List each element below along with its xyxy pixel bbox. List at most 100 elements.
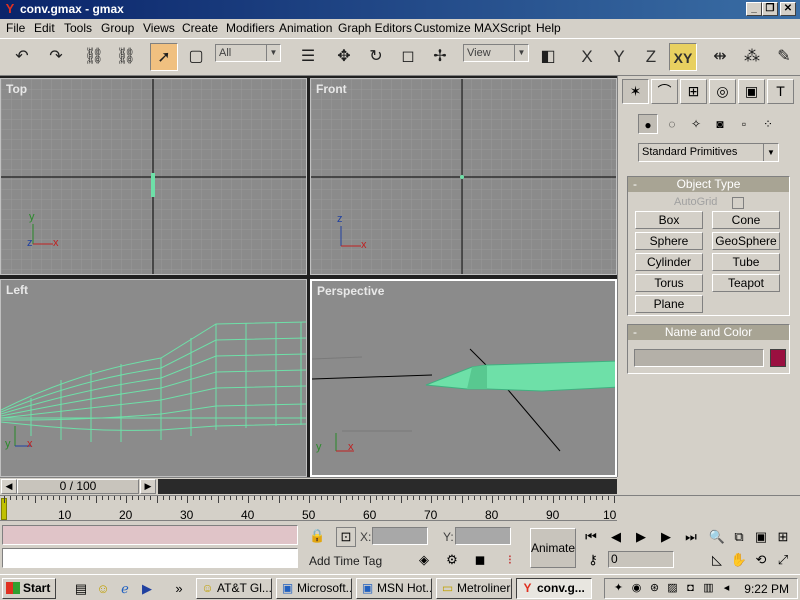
box-button[interactable]: Box: [635, 211, 703, 229]
menu-maxscript[interactable]: MAXScript: [474, 21, 531, 35]
minimize-button[interactable]: _: [746, 2, 762, 16]
restrict-z-button[interactable]: Z: [637, 43, 665, 71]
select-and-link-icon[interactable]: ⛓: [80, 43, 108, 71]
taskbar-item-microsoft[interactable]: ▣ Microsoft...: [276, 578, 352, 599]
mirror-icon[interactable]: ⇹: [706, 43, 734, 71]
maxscript-listener-mini[interactable]: [2, 525, 298, 545]
menu-group[interactable]: Group: [101, 21, 134, 35]
quicklaunch-overflow[interactable]: »: [170, 580, 188, 598]
menu-tools[interactable]: Tools: [64, 21, 92, 35]
gmax-app-icon[interactable]: Y: [3, 2, 17, 16]
zoom-all-icon[interactable]: ⧉: [730, 528, 748, 546]
tube-button[interactable]: Tube: [712, 253, 780, 271]
taskbar-item-gmax[interactable]: Y conv.g...: [516, 578, 592, 599]
time-slider-thumb[interactable]: 0 / 100: [17, 479, 139, 494]
show-desktop-icon[interactable]: ▤: [72, 580, 90, 598]
menu-views[interactable]: Views: [143, 21, 175, 35]
menu-customize[interactable]: Customize: [414, 21, 471, 35]
space-warps-icon[interactable]: ⁘: [758, 114, 778, 134]
key-icon[interactable]: ⚷: [584, 551, 602, 569]
object-color-swatch[interactable]: [770, 349, 786, 367]
reference-coordinate-dropdown[interactable]: View ▼: [463, 44, 529, 62]
tray-icon[interactable]: ✦: [611, 581, 626, 596]
taskbar-item-metroliner[interactable]: ▭ Metroliner: [436, 578, 512, 599]
rotate-icon[interactable]: ↻: [362, 43, 390, 71]
taskbar-item-msn[interactable]: ▣ MSN Hot...: [356, 578, 432, 599]
tray-icon[interactable]: ⊛: [647, 581, 662, 596]
restrict-xy-button[interactable]: XY: [669, 43, 697, 71]
maximize-button[interactable]: ❐: [762, 2, 778, 16]
menu-file[interactable]: File: [6, 21, 25, 35]
autogrid-checkbox[interactable]: [732, 197, 744, 209]
tray-icon[interactable]: ◘: [683, 581, 698, 596]
viewport-front[interactable]: Front z x: [310, 78, 617, 275]
tray-icon[interactable]: ▨: [665, 581, 680, 596]
menu-animation[interactable]: Animation: [279, 21, 332, 35]
viewport-label-top[interactable]: Top: [6, 82, 27, 96]
x-coordinate-field[interactable]: [372, 527, 428, 545]
tray-icon[interactable]: ▥: [701, 581, 716, 596]
zoom-extents-all-icon[interactable]: ⊞: [774, 528, 792, 546]
cameras-icon[interactable]: ◙: [710, 114, 730, 134]
pivot-icon[interactable]: ✢: [426, 43, 454, 71]
cone-button[interactable]: Cone: [712, 211, 780, 229]
play-icon[interactable]: ▶: [632, 528, 650, 546]
absolute-mode-icon[interactable]: ⊡: [336, 527, 356, 547]
time-slider-prev-arrow[interactable]: ◀: [1, 479, 17, 494]
menu-edit[interactable]: Edit: [34, 21, 55, 35]
snap-icon[interactable]: ⚙: [442, 551, 462, 569]
plane-button[interactable]: Plane: [635, 295, 703, 313]
geosphere-button[interactable]: GeoSphere: [712, 232, 780, 250]
speaker-icon[interactable]: ◂: [719, 581, 734, 596]
current-frame-field[interactable]: 0: [608, 551, 674, 568]
select-object-icon[interactable]: ➚: [150, 43, 178, 71]
display-tab-icon[interactable]: ▣: [738, 79, 765, 104]
shapes-icon[interactable]: ◌: [662, 114, 682, 134]
move-icon[interactable]: ✥: [330, 43, 358, 71]
create-tab-icon[interactable]: ✶: [622, 79, 649, 104]
viewport-label-left[interactable]: Left: [6, 283, 28, 297]
undo-icon[interactable]: ↶: [8, 43, 36, 71]
messenger-icon[interactable]: ☺: [94, 580, 112, 598]
use-center-icon[interactable]: ◧: [534, 43, 562, 71]
redo-icon[interactable]: ↷: [42, 43, 70, 71]
go-to-end-icon[interactable]: ⏭: [682, 528, 700, 546]
next-frame-icon[interactable]: ▶: [657, 528, 675, 546]
lights-icon[interactable]: ✧: [686, 114, 706, 134]
unlink-icon[interactable]: ⛓: [112, 43, 140, 71]
helpers-icon[interactable]: ▫: [734, 114, 754, 134]
motion-tab-icon[interactable]: ◎: [709, 79, 736, 104]
zoom-icon[interactable]: 🔍: [708, 528, 726, 546]
track-bar-ruler[interactable]: 10 20 30 40 50 60 70 80 90 10: [0, 495, 617, 522]
spinner-snap-icon[interactable]: ⁝: [500, 551, 520, 569]
scale-icon[interactable]: ◻: [394, 43, 422, 71]
eraser-icon[interactable]: ✎: [770, 43, 798, 71]
angle-snap-icon[interactable]: ◼: [470, 551, 490, 569]
sphere-button[interactable]: Sphere: [635, 232, 703, 250]
menu-create[interactable]: Create: [182, 21, 218, 35]
menu-help[interactable]: Help: [536, 21, 561, 35]
key-mode-icon[interactable]: ◈: [414, 551, 434, 569]
object-name-field[interactable]: [634, 349, 764, 367]
pan-icon[interactable]: ✋: [730, 551, 748, 569]
cylinder-button[interactable]: Cylinder: [635, 253, 703, 271]
primitive-category-dropdown[interactable]: Standard Primitives ▼: [638, 143, 779, 162]
selection-filter-dropdown[interactable]: All ▼: [215, 44, 281, 62]
viewport-top[interactable]: Top y z x: [0, 78, 307, 275]
animate-button[interactable]: Animate: [530, 528, 576, 568]
viewport-label-front[interactable]: Front: [316, 82, 347, 96]
taskbar-item-att[interactable]: ☺ AT&T Gl...: [196, 578, 272, 599]
viewport-left[interactable]: Left y x: [0, 279, 307, 477]
array-icon[interactable]: ⁂: [738, 43, 766, 71]
teapot-button[interactable]: Teapot: [712, 274, 780, 292]
start-button[interactable]: Start: [2, 578, 56, 599]
menu-graph-editors[interactable]: Graph Editors: [338, 21, 412, 35]
select-by-name-icon[interactable]: ☰: [294, 43, 322, 71]
menu-modifiers[interactable]: Modifiers: [226, 21, 275, 35]
rectangular-selection-icon[interactable]: ▢: [182, 43, 210, 71]
restrict-y-button[interactable]: Y: [605, 43, 633, 71]
y-coordinate-field[interactable]: [455, 527, 511, 545]
torus-button[interactable]: Torus: [635, 274, 703, 292]
previous-frame-icon[interactable]: ◀: [607, 528, 625, 546]
restrict-x-button[interactable]: X: [573, 43, 601, 71]
